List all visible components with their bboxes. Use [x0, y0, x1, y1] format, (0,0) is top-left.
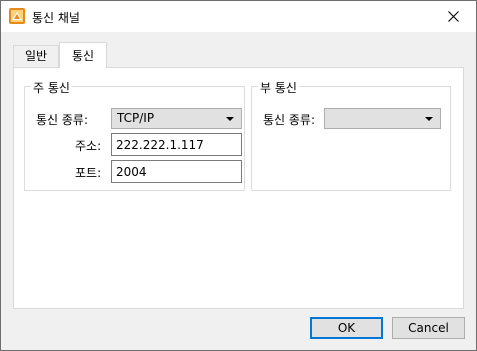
address-label: 주소: [75, 139, 102, 153]
address-value: 222.222.1.117 [116, 138, 204, 152]
primary-type-value: TCP/IP [117, 111, 155, 125]
secondary-type-select[interactable] [324, 108, 441, 129]
secondary-comm-title: 부 통신 [258, 79, 299, 96]
app-icon [9, 8, 25, 24]
chevron-down-icon [226, 117, 234, 121]
primary-type-select[interactable]: TCP/IP [111, 108, 242, 129]
port-value: 2004 [116, 165, 147, 179]
window-title: 통신 채널 [32, 11, 80, 25]
port-field[interactable]: 2004 [111, 160, 242, 183]
cancel-button[interactable]: Cancel [392, 317, 465, 339]
primary-comm-title: 주 통신 [31, 79, 72, 96]
close-icon [447, 11, 459, 22]
chevron-down-icon [425, 117, 433, 121]
tab-general[interactable]: 일반 [13, 45, 59, 67]
port-label: 포트: [75, 166, 102, 180]
secondary-comm-group: 부 통신 통신 종류: [251, 79, 451, 191]
primary-comm-group: 주 통신 통신 종류: TCP/IP 주소: 222.222.1.117 포트:… [24, 79, 245, 191]
close-button[interactable] [430, 1, 476, 32]
secondary-type-label: 통신 종류: [263, 113, 316, 127]
address-field[interactable]: 222.222.1.117 [111, 133, 242, 156]
ok-button[interactable]: OK [310, 317, 383, 339]
dialog-window: 통신 채널 일반 통신 주 통신 통신 종류: TCP/IP 주소: 222.2… [0, 0, 477, 351]
primary-type-label: 통신 종류: [36, 113, 89, 127]
tab-communication[interactable]: 통신 [59, 42, 107, 68]
tab-panel-communication: 주 통신 통신 종류: TCP/IP 주소: 222.222.1.117 포트:… [13, 67, 464, 309]
title-bar[interactable]: 통신 채널 [1, 1, 476, 32]
